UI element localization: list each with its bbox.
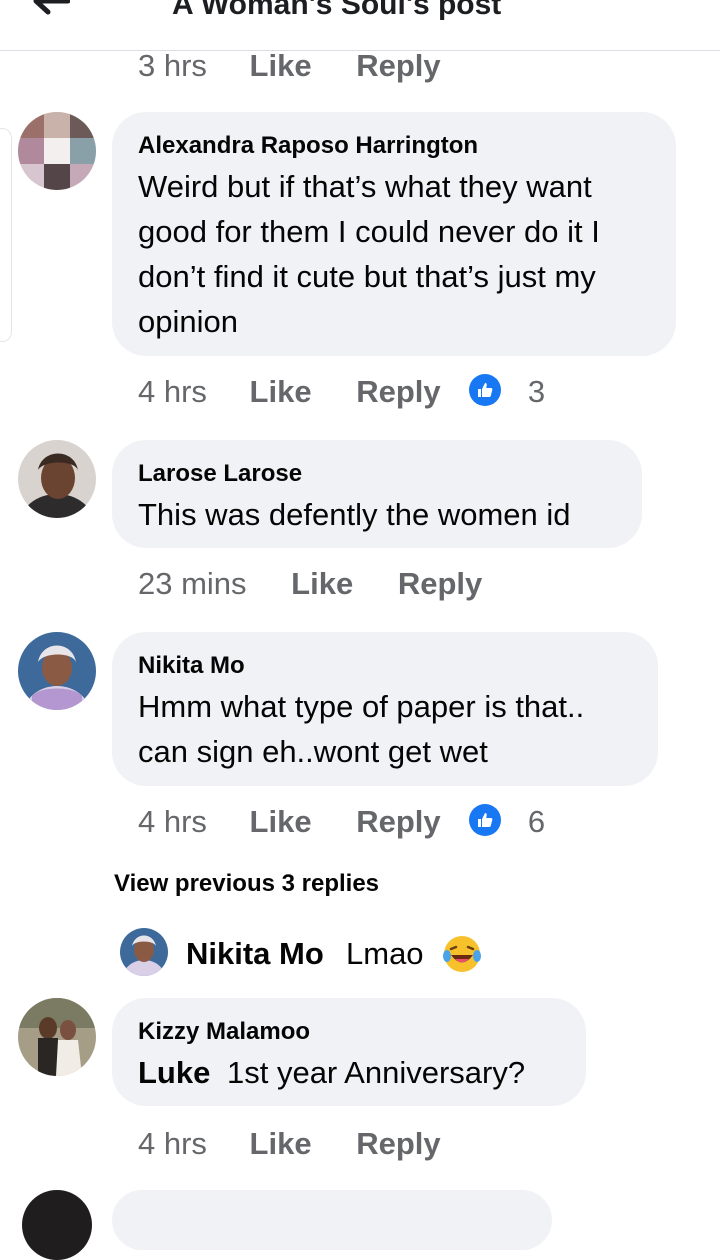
post-header: A Woman's Soul's post — [0, 0, 720, 51]
comment-body: 1st year Anniversary? — [226, 1055, 526, 1090]
avatar[interactable] — [22, 1190, 92, 1260]
comment-time: 3 hrs — [138, 48, 207, 83]
like-button[interactable]: Like — [250, 804, 312, 840]
comment-time: 4 hrs — [138, 804, 207, 839]
comment-meta: 4 hrs Like Reply — [138, 1126, 441, 1162]
like-button[interactable]: Like — [250, 48, 312, 84]
comment-bubble[interactable]: Larose Larose This was defently the wome… — [112, 440, 642, 548]
comment-text: Luke 1st year Anniversary? — [138, 1050, 525, 1095]
reply-author[interactable]: Nikita Mo — [186, 936, 324, 972]
like-button[interactable]: Like — [291, 566, 353, 602]
reply-button[interactable]: Reply — [398, 566, 482, 602]
reaction-count[interactable]: 6 — [528, 804, 545, 840]
comment-author[interactable]: Kizzy Malamoo — [138, 1018, 310, 1046]
reply-text: Lmao — [346, 936, 424, 971]
like-button[interactable]: Like — [250, 374, 312, 410]
reply-button[interactable]: Reply — [356, 48, 440, 84]
comment-bubble[interactable]: Alexandra Raposo Harrington Weird but if… — [112, 112, 676, 356]
avatar[interactable] — [18, 998, 96, 1076]
comment-author[interactable]: Nikita Mo — [138, 652, 245, 680]
side-panel-edge — [0, 128, 12, 342]
arrow-left-icon[interactable] — [30, 0, 70, 16]
comment-meta: 3 hrs Like Reply — [138, 48, 441, 84]
thumbs-up-icon[interactable] — [469, 374, 502, 406]
comment-time: 23 mins — [138, 566, 247, 601]
avatar[interactable] — [18, 440, 96, 518]
like-button[interactable]: Like — [250, 1126, 312, 1162]
comment-time: 4 hrs — [138, 374, 207, 409]
comment-text: Weird but if that’s what they want good … — [138, 169, 600, 339]
avatar[interactable] — [18, 632, 96, 710]
comment-meta: 4 hrs Like Reply 6 — [138, 804, 545, 840]
comment-meta: 23 mins Like Reply — [138, 566, 482, 602]
avatar[interactable] — [120, 928, 168, 976]
comment-text: Hmm what type of paper is that.. can sig… — [138, 689, 585, 769]
view-previous-replies-link[interactable]: View previous 3 replies — [114, 870, 379, 898]
comment-author[interactable]: Alexandra Raposo Harrington — [138, 132, 478, 160]
mention-tag[interactable]: Luke — [138, 1055, 210, 1090]
reply-button[interactable]: Reply — [356, 804, 440, 840]
comment-time: 4 hrs — [138, 1126, 207, 1161]
laughing-tears-emoji-icon — [443, 936, 481, 972]
thumbs-up-icon[interactable] — [469, 804, 502, 836]
avatar[interactable] — [18, 112, 96, 190]
reply-button[interactable]: Reply — [356, 1126, 440, 1162]
comment-bubble[interactable]: Kizzy Malamoo Luke 1st year Anniversary? — [112, 998, 586, 1106]
reply-button[interactable]: Reply — [356, 374, 440, 410]
comment-meta: 4 hrs Like Reply 3 — [138, 374, 545, 410]
comment-text: This was defently the women id — [138, 497, 571, 532]
comment-author[interactable]: Larose Larose — [138, 460, 302, 488]
page-title: A Woman's Soul's post — [172, 0, 502, 21]
reaction-count[interactable]: 3 — [528, 374, 545, 410]
comment-bubble[interactable]: Nikita Mo Hmm what type of paper is that… — [112, 632, 658, 786]
comment-bubble[interactable] — [112, 1190, 552, 1250]
